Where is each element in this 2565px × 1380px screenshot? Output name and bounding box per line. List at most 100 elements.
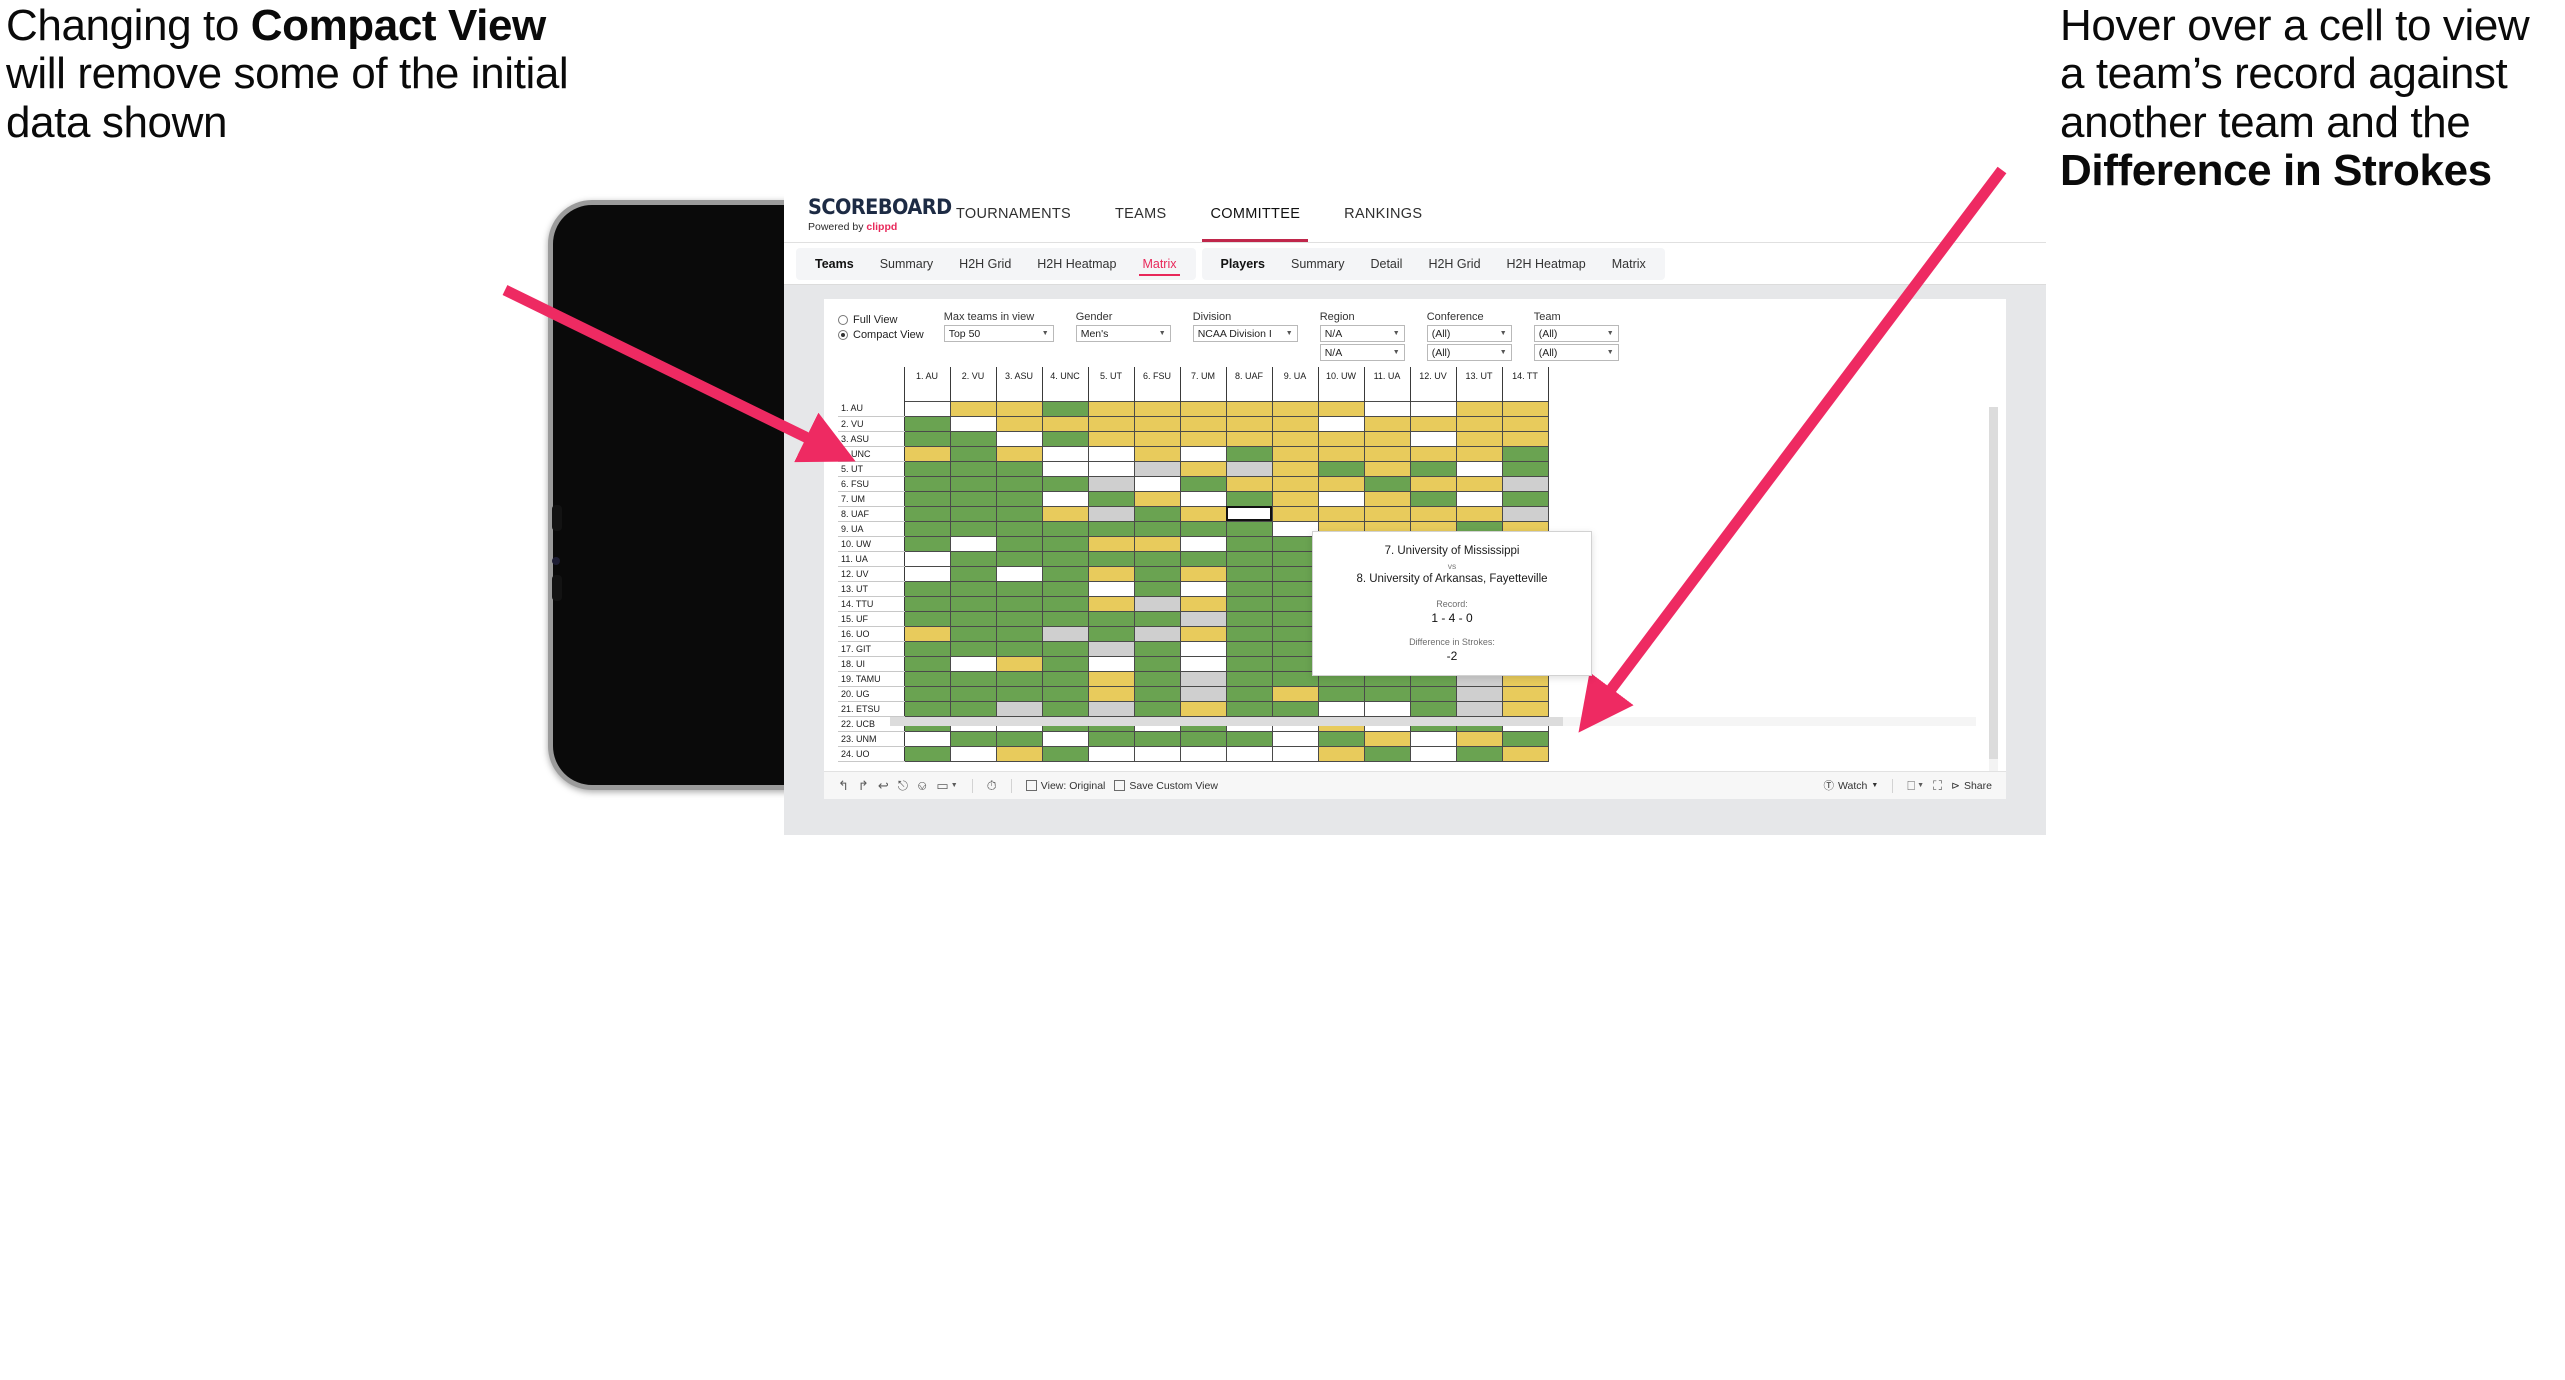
matrix-cell[interactable] (1179, 745, 1227, 762)
matrix-col-header[interactable]: 9. UA (1271, 367, 1319, 401)
matrix-cell[interactable] (995, 460, 1043, 477)
matrix-cell[interactable] (1225, 625, 1273, 642)
app-logo[interactable]: SCOREBOARD Powered by clippd (784, 185, 952, 242)
matrix-cell[interactable] (949, 520, 997, 537)
matrix-cell[interactable] (1225, 730, 1273, 747)
revert-icon[interactable]: ↩ (878, 779, 889, 792)
subnav-players-h2h-heatmap[interactable]: H2H Heatmap (1494, 248, 1599, 280)
matrix-cell[interactable] (1133, 685, 1181, 702)
matrix-cell[interactable] (1041, 580, 1089, 597)
matrix-cell[interactable] (1133, 415, 1181, 432)
matrix-cell[interactable] (1087, 580, 1135, 597)
matrix-cell[interactable] (1501, 700, 1549, 717)
matrix-cell[interactable] (1409, 490, 1457, 507)
matrix-cell[interactable] (1225, 610, 1273, 627)
matrix-cell[interactable] (1041, 595, 1089, 612)
matrix-cell[interactable] (949, 745, 997, 762)
matrix-cell[interactable] (1041, 745, 1089, 762)
horizontal-scrollbar-thumb[interactable] (890, 716, 1564, 726)
matrix-cell[interactable] (1501, 490, 1549, 507)
matrix-cell[interactable] (1225, 430, 1273, 447)
matrix-cell[interactable] (903, 490, 951, 507)
matrix-cell[interactable] (995, 610, 1043, 627)
matrix-cell[interactable] (1179, 430, 1227, 447)
matrix-cell[interactable] (1501, 505, 1549, 522)
matrix-row-header[interactable]: 16. UO (838, 626, 905, 642)
matrix-cell[interactable] (1041, 565, 1089, 582)
vertical-scrollbar-thumb[interactable] (1989, 407, 1998, 759)
matrix-col-header[interactable]: 13. UT (1455, 367, 1503, 401)
matrix-cell[interactable] (1087, 565, 1135, 582)
matrix-cell[interactable] (1179, 460, 1227, 477)
matrix-cell[interactable] (949, 610, 997, 627)
matrix-cell[interactable] (949, 565, 997, 582)
matrix-cell[interactable] (1041, 670, 1089, 687)
matrix-cell[interactable] (1133, 565, 1181, 582)
matrix-row-header[interactable]: 4. UNC (838, 446, 905, 462)
matrix-cell[interactable] (1271, 730, 1319, 747)
matrix-cell[interactable] (1087, 685, 1135, 702)
vertical-scrollbar[interactable] (1989, 407, 1998, 799)
matrix-cell[interactable] (1041, 685, 1089, 702)
matrix-cell[interactable] (903, 400, 951, 417)
matrix-cell[interactable] (949, 415, 997, 432)
matrix-cell[interactable] (1179, 445, 1227, 462)
matrix-col-header[interactable]: 14. TT (1501, 367, 1549, 401)
matrix-cell[interactable] (1409, 400, 1457, 417)
matrix-cell[interactable] (949, 655, 997, 672)
matrix-cell[interactable] (1179, 535, 1227, 552)
matrix-cell[interactable] (1225, 415, 1273, 432)
matrix-cell[interactable] (1133, 505, 1181, 522)
subnav-teams-matrix[interactable]: Matrix (1129, 248, 1189, 280)
matrix-cell[interactable] (1041, 535, 1089, 552)
matrix-cell[interactable] (1501, 415, 1549, 432)
matrix-cell[interactable] (995, 655, 1043, 672)
matrix-cell[interactable] (1409, 745, 1457, 762)
radio-full-view[interactable]: Full View (838, 314, 924, 326)
matrix-cell[interactable] (1225, 520, 1273, 537)
matrix-cell[interactable] (1317, 685, 1365, 702)
matrix-cell[interactable] (1455, 445, 1503, 462)
matrix-cell[interactable] (995, 745, 1043, 762)
matrix-cell[interactable] (1179, 520, 1227, 537)
matrix-cell[interactable] (1041, 445, 1089, 462)
matrix-cell[interactable] (1133, 445, 1181, 462)
matrix-cell[interactable] (1133, 430, 1181, 447)
matrix-cell[interactable] (1179, 580, 1227, 597)
matrix-cell[interactable] (903, 610, 951, 627)
rectangle-select-icon[interactable]: ▭ ▼ (936, 779, 957, 792)
matrix-cell[interactable] (1225, 745, 1273, 762)
matrix-cell[interactable] (903, 550, 951, 567)
matrix-cell[interactable] (949, 505, 997, 522)
matrix-cell[interactable] (1133, 490, 1181, 507)
matrix-col-header[interactable]: 12. UV (1409, 367, 1457, 401)
matrix-cell[interactable] (1409, 460, 1457, 477)
pause-auto-update-icon[interactable]: ⎉ (917, 779, 927, 792)
matrix-cell[interactable] (1271, 700, 1319, 717)
matrix-row-header[interactable]: 2. VU (838, 416, 905, 432)
matrix-cell[interactable] (1409, 475, 1457, 492)
matrix-cell[interactable] (1317, 415, 1365, 432)
matrix-cell[interactable] (1409, 430, 1457, 447)
matrix-row-header[interactable]: 13. UT (838, 581, 905, 597)
matrix-cell[interactable] (995, 580, 1043, 597)
matrix-cell[interactable] (1455, 730, 1503, 747)
matrix-cell[interactable] (1179, 400, 1227, 417)
matrix-cell[interactable] (1179, 550, 1227, 567)
matrix-cell[interactable] (1087, 700, 1135, 717)
matrix-cell[interactable] (1363, 685, 1411, 702)
matrix-cell[interactable] (1133, 535, 1181, 552)
matrix-cell[interactable] (1087, 550, 1135, 567)
matrix-cell[interactable] (995, 430, 1043, 447)
matrix-cell[interactable] (1133, 580, 1181, 597)
matrix-cell[interactable] (949, 640, 997, 657)
matrix-row-header[interactable]: 24. UO (838, 746, 905, 762)
matrix-cell[interactable] (1133, 400, 1181, 417)
matrix-cell[interactable] (1133, 460, 1181, 477)
matrix-cell[interactable] (1363, 430, 1411, 447)
matrix-cell[interactable] (1179, 640, 1227, 657)
matrix-cell[interactable] (903, 445, 951, 462)
matrix-cell[interactable] (1501, 745, 1549, 762)
matrix-cell[interactable] (903, 625, 951, 642)
nav-teams[interactable]: TEAMS (1093, 185, 1188, 242)
